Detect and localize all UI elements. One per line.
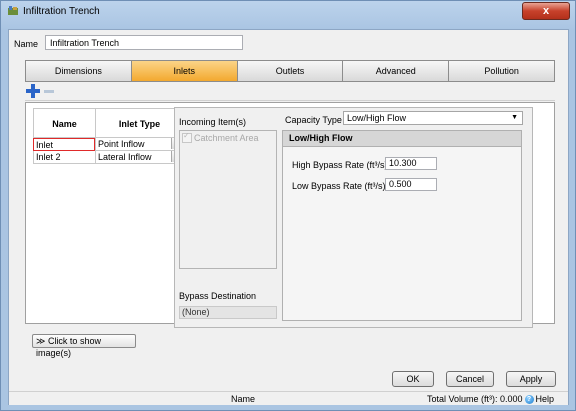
name-label: Name bbox=[14, 39, 39, 49]
inlet-type-cell[interactable]: Point Inflow ▼ bbox=[95, 138, 184, 151]
table-row[interactable]: Inlet 2 Lateral Inflow ▼ bbox=[33, 151, 184, 164]
total-volume-text: Total Volume (ft³): 0.000 bbox=[427, 394, 523, 404]
inlet-name-cell[interactable]: Inlet bbox=[33, 138, 95, 151]
incoming-item-label: Catchment Area bbox=[194, 133, 259, 143]
tab-advanced[interactable]: Advanced bbox=[343, 61, 450, 81]
grid-header: Name Inlet Type bbox=[33, 108, 184, 138]
inlet-properties-panel: Incoming Item(s) Catchment Area Bypass D… bbox=[174, 107, 533, 328]
inlet-name-cell[interactable]: Inlet 2 bbox=[33, 151, 95, 164]
help-icon[interactable]: ? bbox=[524, 394, 534, 404]
status-bar: Name Total Volume (ft³): 0.000 ? Help bbox=[9, 391, 568, 405]
incoming-items-list: Catchment Area bbox=[179, 130, 277, 269]
inlet-type-cell[interactable]: Lateral Inflow ▼ bbox=[95, 151, 184, 164]
status-total: Total Volume (ft³): 0.000 ? Help bbox=[427, 394, 554, 404]
show-images-label: Click to show image(s) bbox=[36, 336, 101, 358]
close-button[interactable]: x bbox=[522, 2, 570, 20]
column-header-inlet-type[interactable]: Inlet Type bbox=[95, 108, 184, 138]
cancel-button[interactable]: Cancel bbox=[446, 371, 494, 387]
inlet-type-value: Lateral Inflow bbox=[98, 152, 152, 162]
plus-icon[interactable] bbox=[26, 84, 40, 98]
capacity-type-value: Low/High Flow bbox=[347, 113, 407, 123]
tab-bar: Dimensions Inlets Outlets Advanced Pollu… bbox=[25, 60, 555, 82]
dialog-window: Infiltration Trench x Name Infiltration … bbox=[0, 0, 576, 411]
table-row[interactable]: Inlet Point Inflow ▼ bbox=[33, 138, 184, 151]
name-input[interactable]: Infiltration Trench bbox=[45, 35, 243, 50]
dialog-body: Name Infiltration Trench Dimensions Inle… bbox=[8, 29, 569, 405]
window-title: Infiltration Trench bbox=[23, 6, 100, 17]
checkbox-icon bbox=[182, 131, 192, 143]
divider bbox=[25, 100, 555, 101]
group-title: Low/High Flow bbox=[283, 131, 521, 147]
low-bypass-input[interactable]: 0.500 bbox=[385, 178, 437, 191]
apply-button[interactable]: Apply bbox=[506, 371, 556, 387]
incoming-item: Catchment Area bbox=[182, 131, 259, 143]
double-chevron-down-icon: ≫ bbox=[36, 336, 46, 346]
status-name: Name bbox=[231, 394, 256, 404]
tab-inlets[interactable]: Inlets bbox=[131, 61, 238, 81]
capacity-type-select[interactable]: Low/High Flow ▼ bbox=[343, 111, 523, 125]
tab-pollution[interactable]: Pollution bbox=[449, 61, 554, 81]
capacity-type-label: Capacity Type bbox=[285, 115, 342, 125]
minus-icon[interactable] bbox=[44, 90, 54, 93]
low-bypass-label: Low Bypass Rate (ft³/s) bbox=[292, 181, 386, 191]
ok-button[interactable]: OK bbox=[392, 371, 434, 387]
low-high-flow-group: Low/High Flow High Bypass Rate (ft³/s) 1… bbox=[282, 130, 522, 321]
bypass-destination-field[interactable]: (None) bbox=[179, 306, 277, 319]
title-bar[interactable]: Infiltration Trench x bbox=[1, 1, 575, 23]
help-link[interactable]: Help bbox=[536, 394, 555, 404]
column-header-name[interactable]: Name bbox=[33, 108, 95, 138]
high-bypass-input[interactable]: 10.300 bbox=[385, 157, 437, 170]
inlet-grid: Name Inlet Type Inlet Point Inflow ▼ Inl… bbox=[33, 108, 184, 164]
inlet-type-value: Point Inflow bbox=[98, 139, 145, 149]
show-images-button[interactable]: ≫ Click to show image(s) bbox=[32, 334, 136, 358]
tab-dimensions[interactable]: Dimensions bbox=[26, 61, 132, 81]
high-bypass-label: High Bypass Rate (ft³/s) bbox=[292, 160, 388, 170]
chevron-down-icon: ▼ bbox=[511, 114, 518, 121]
app-icon bbox=[8, 6, 18, 15]
incoming-items-label: Incoming Item(s) bbox=[179, 117, 247, 127]
tab-outlets[interactable]: Outlets bbox=[237, 61, 344, 81]
bypass-destination-label: Bypass Destination bbox=[179, 291, 257, 301]
